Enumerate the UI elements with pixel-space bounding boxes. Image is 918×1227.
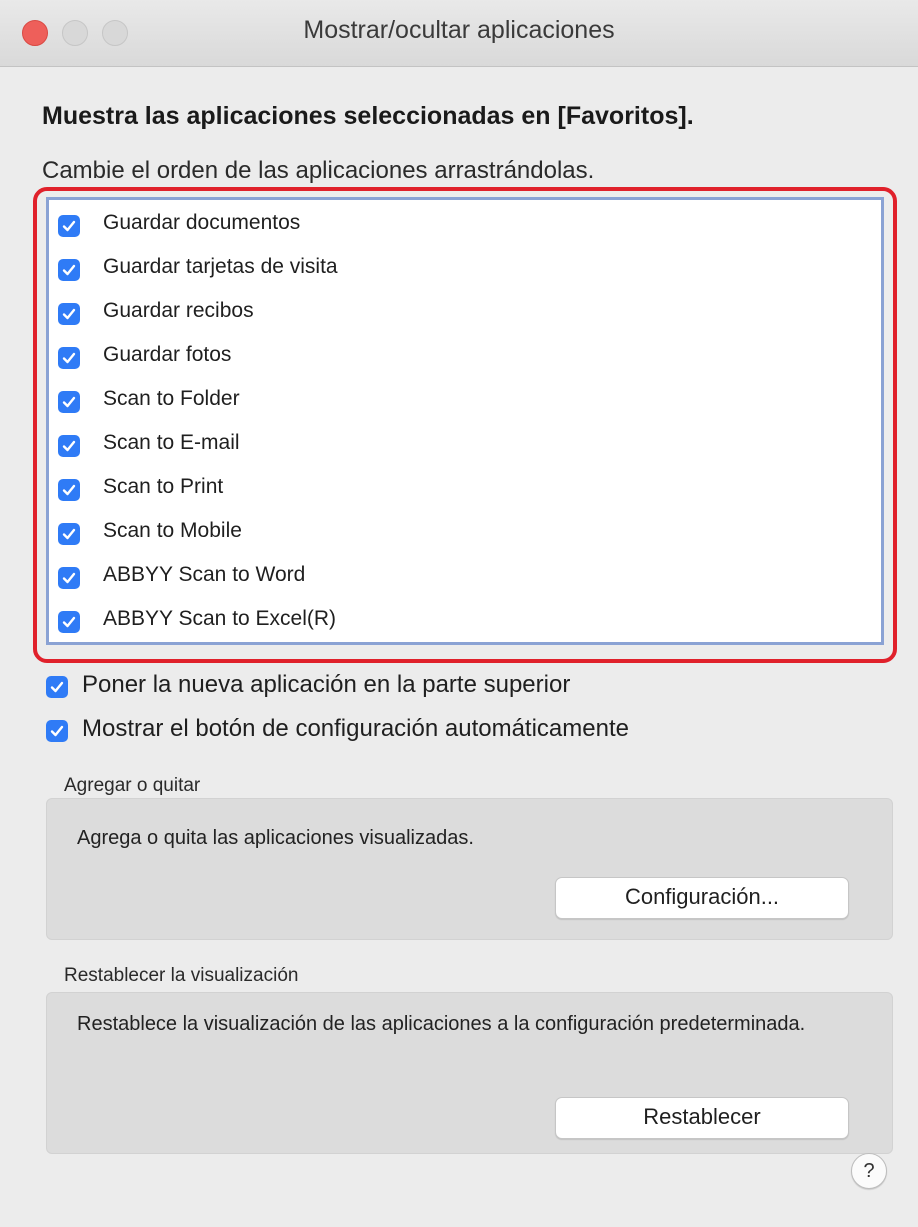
- checkmark-icon: [50, 681, 64, 693]
- checkbox-scan-to-mobile[interactable]: [58, 523, 80, 545]
- app-label: Scan to Mobile: [103, 519, 242, 542]
- list-item[interactable]: Scan to Folder: [49, 379, 881, 419]
- configuracion-button[interactable]: Configuración...: [555, 877, 849, 919]
- option-label: Poner la nueva aplicación en la parte su…: [82, 671, 571, 698]
- list-item[interactable]: Scan to Print: [49, 467, 881, 507]
- list-item[interactable]: Scan to Mobile: [49, 511, 881, 551]
- add-remove-group-title: Agregar o quitar: [64, 775, 201, 796]
- checkmark-icon: [62, 616, 76, 628]
- checkbox-abbyy-scan-to-word[interactable]: [58, 567, 80, 589]
- checkbox-scan-to-folder[interactable]: [58, 391, 80, 413]
- checkmark-icon: [62, 572, 76, 584]
- add-remove-group: Agrega o quita las aplicaciones visualiz…: [46, 798, 893, 940]
- checkbox-guardar-fotos[interactable]: [58, 347, 80, 369]
- checkbox-guardar-documentos[interactable]: [58, 215, 80, 237]
- option-label: Mostrar el botón de configuración automá…: [82, 715, 629, 742]
- checkbox-guardar-recibos[interactable]: [58, 303, 80, 325]
- list-item[interactable]: Guardar tarjetas de visita: [49, 247, 881, 287]
- option-show-config-button[interactable]: Mostrar el botón de configuración automá…: [42, 711, 882, 751]
- app-label: Scan to Folder: [103, 387, 240, 410]
- list-item[interactable]: Guardar documentos: [49, 203, 881, 243]
- checkmark-icon: [50, 725, 64, 737]
- reorder-instruction: Cambie el orden de las aplicaciones arra…: [42, 157, 595, 184]
- help-button[interactable]: ?: [851, 1153, 887, 1189]
- checkbox-show-config-button[interactable]: [46, 720, 68, 742]
- checkmark-icon: [62, 396, 76, 408]
- checkmark-icon: [62, 484, 76, 496]
- checkmark-icon: [62, 220, 76, 232]
- checkbox-abbyy-scan-to-excel[interactable]: [58, 611, 80, 633]
- list-item[interactable]: Guardar recibos: [49, 291, 881, 331]
- restablecer-button[interactable]: Restablecer: [555, 1097, 849, 1139]
- app-label: ABBYY Scan to Word: [103, 563, 306, 586]
- page-heading: Muestra las aplicaciones seleccionadas e…: [42, 102, 694, 130]
- checkmark-icon: [62, 352, 76, 364]
- application-list[interactable]: Guardar documentos Guardar tarjetas de v…: [46, 197, 884, 645]
- reset-group: Restablece la visualización de las aplic…: [46, 992, 893, 1154]
- checkbox-guardar-tarjetas[interactable]: [58, 259, 80, 281]
- app-label: Guardar tarjetas de visita: [103, 255, 338, 278]
- checkmark-icon: [62, 528, 76, 540]
- app-label: Guardar recibos: [103, 299, 254, 322]
- title-bar: Mostrar/ocultar aplicaciones: [0, 0, 918, 67]
- checkmark-icon: [62, 264, 76, 276]
- app-label: Scan to Print: [103, 475, 224, 498]
- window-title: Mostrar/ocultar aplicaciones: [303, 16, 615, 44]
- add-remove-description: Agrega o quita las aplicaciones visualiz…: [77, 827, 474, 849]
- option-new-app-on-top[interactable]: Poner la nueva aplicación en la parte su…: [42, 667, 882, 707]
- app-label: Guardar documentos: [103, 211, 301, 234]
- list-item[interactable]: ABBYY Scan to Word: [49, 555, 881, 595]
- app-label: Scan to E-mail: [103, 431, 240, 454]
- reset-group-title: Restablecer la visualización: [64, 965, 299, 986]
- list-item[interactable]: ABBYY Scan to Excel(R): [49, 599, 881, 639]
- app-label: ABBYY Scan to Excel(R): [103, 607, 337, 630]
- list-item[interactable]: Scan to E-mail: [49, 423, 881, 463]
- checkbox-scan-to-email[interactable]: [58, 435, 80, 457]
- list-item[interactable]: Guardar fotos: [49, 335, 881, 375]
- checkmark-icon: [62, 308, 76, 320]
- reset-description: Restablece la visualización de las aplic…: [77, 1013, 806, 1035]
- app-label: Guardar fotos: [103, 343, 232, 366]
- checkbox-new-app-on-top[interactable]: [46, 676, 68, 698]
- checkmark-icon: [62, 440, 76, 452]
- checkbox-scan-to-print[interactable]: [58, 479, 80, 501]
